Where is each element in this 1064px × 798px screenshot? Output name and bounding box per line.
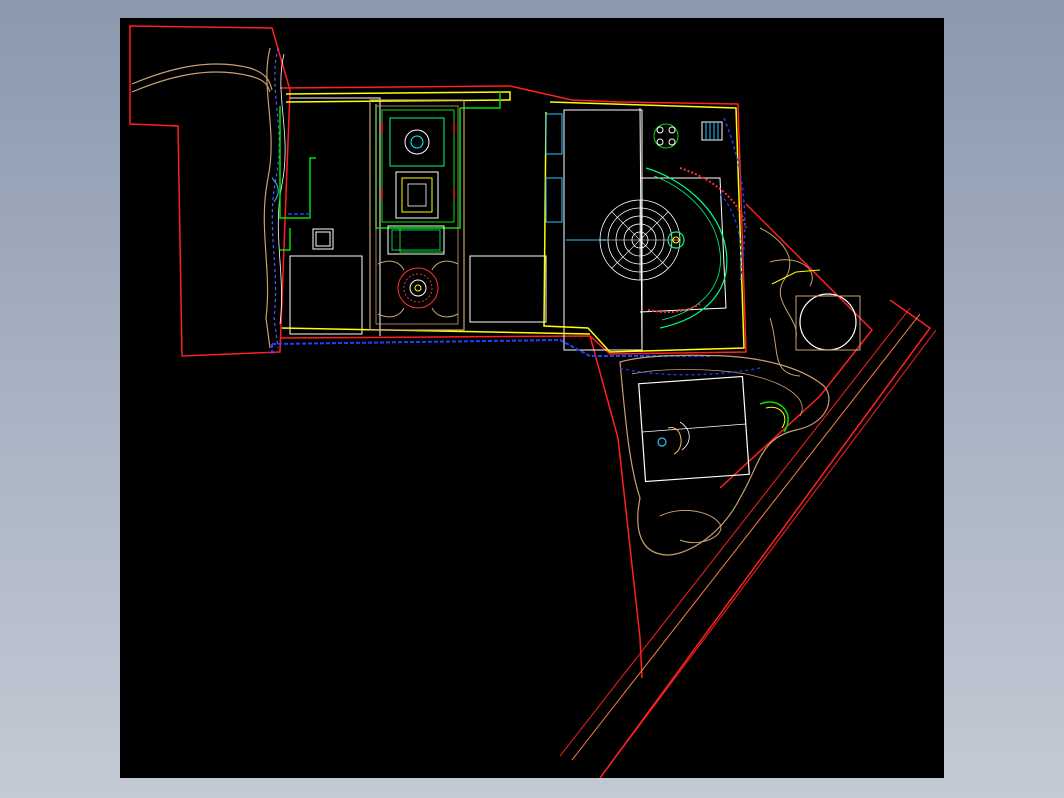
water-features (271, 113, 606, 241)
pavilion (312, 228, 334, 250)
basketball-court (619, 354, 830, 556)
hedges (279, 92, 501, 253)
building-outlines (289, 97, 643, 353)
road-lines (559, 307, 937, 778)
site-plan-drawing (129, 25, 937, 778)
cad-drawing-viewport[interactable] (120, 18, 944, 778)
formal-garden (369, 99, 465, 331)
left-lot-path (131, 47, 286, 349)
site-boundary (129, 25, 932, 778)
circular-plaza (599, 167, 747, 329)
